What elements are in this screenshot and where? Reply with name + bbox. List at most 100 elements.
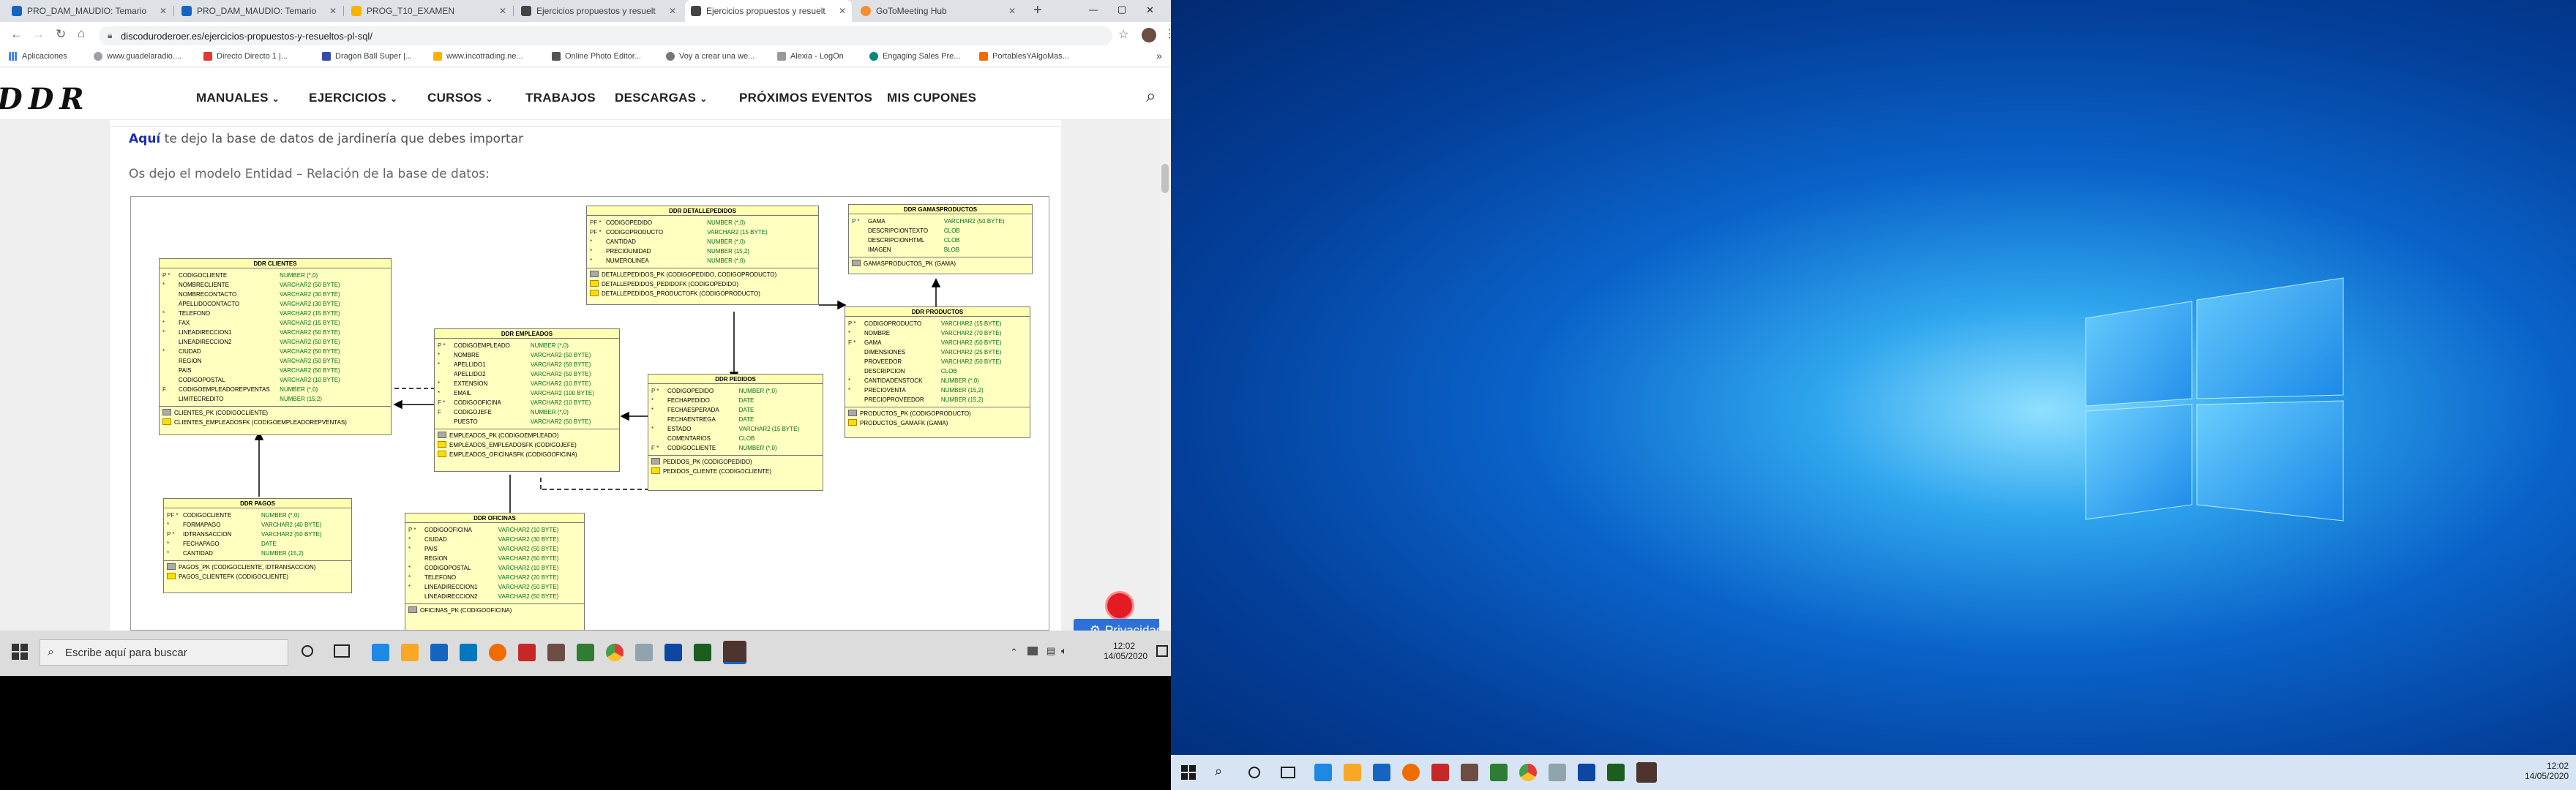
column-name: CODIGOEMPLEADO bbox=[454, 342, 510, 349]
browser-tab[interactable]: PROG_T10_EXAMEN ✕ bbox=[345, 0, 512, 22]
file-explorer-icon[interactable] bbox=[1344, 764, 1361, 781]
nav-proximos-eventos[interactable]: PRÓXIMOS EVENTOS bbox=[739, 91, 872, 105]
column-type: VARCHAR2 (30 BYTE) bbox=[498, 536, 559, 543]
nav-cursos[interactable]: CURSOS ⌄ bbox=[427, 91, 493, 105]
chrome-icon[interactable] bbox=[606, 644, 624, 661]
taskbar-clock[interactable]: 12:02 14/05/2020 bbox=[1104, 641, 1147, 661]
browser-tab[interactable]: Ejercicios propuestos y resuelt ✕ bbox=[515, 0, 682, 22]
cortana-icon[interactable] bbox=[302, 645, 313, 657]
nav-trabajos[interactable]: TRABAJOS bbox=[525, 91, 596, 105]
nav-manuales[interactable]: MANUALES ⌄ bbox=[196, 91, 280, 105]
tray-chevron-icon[interactable]: ⌃ bbox=[1010, 647, 1018, 658]
url-bar[interactable]: 🔒︎ discoduroderoer.es/ejercicios-propues… bbox=[99, 26, 1112, 45]
firefox-icon[interactable] bbox=[489, 644, 506, 661]
back-icon[interactable]: ← bbox=[10, 27, 23, 42]
column-flags: * bbox=[408, 584, 411, 590]
forward-icon[interactable]: → bbox=[32, 27, 45, 42]
file-explorer-icon[interactable] bbox=[401, 644, 419, 661]
close-icon[interactable]: ✕ bbox=[160, 6, 167, 16]
column-flags bbox=[162, 290, 179, 299]
edge-icon[interactable] bbox=[372, 644, 389, 661]
search-icon[interactable]: ⌕ bbox=[1215, 764, 1222, 779]
start-icon[interactable] bbox=[1181, 765, 1196, 780]
word-icon[interactable] bbox=[664, 644, 682, 661]
task-view-icon[interactable] bbox=[1281, 767, 1295, 778]
close-icon[interactable]: ✕ bbox=[669, 6, 676, 16]
app-icon-active[interactable] bbox=[723, 641, 746, 664]
column-flags bbox=[408, 554, 424, 563]
bookmark-item[interactable]: Aplicaciones bbox=[9, 52, 67, 61]
avatar[interactable] bbox=[1142, 28, 1156, 42]
minimize-button[interactable]: — bbox=[1089, 4, 1098, 15]
taskbar-search-input[interactable]: ⌕ Escribe aquí para buscar bbox=[40, 639, 288, 666]
column-name: NOMBRECONTACTO bbox=[179, 291, 237, 298]
network-icon[interactable]: ▤ bbox=[1046, 645, 1055, 657]
new-tab-button[interactable]: + bbox=[1033, 2, 1042, 19]
column-type: VARCHAR2 (50 BYTE) bbox=[280, 282, 340, 288]
bookmark-item[interactable]: Voy a crear una we... bbox=[666, 52, 755, 61]
bookmark-item[interactable]: Online Photo Editor... bbox=[552, 52, 641, 61]
start-icon[interactable] bbox=[12, 644, 28, 660]
close-icon[interactable]: ✕ bbox=[329, 6, 337, 16]
app-icon[interactable] bbox=[577, 644, 594, 661]
bookmark-item[interactable]: Engaging Sales Pre... bbox=[869, 52, 960, 61]
taskbar-clock[interactable]: 12:02 14/05/2020 bbox=[2525, 761, 2569, 781]
store-icon[interactable] bbox=[460, 644, 477, 661]
column-type: NUMBER (*,0) bbox=[940, 377, 979, 384]
excel-icon[interactable] bbox=[1607, 764, 1625, 781]
excel-icon[interactable] bbox=[694, 644, 711, 661]
close-icon[interactable]: ✕ bbox=[1008, 6, 1016, 16]
column-name: CODIGOCLIENTE bbox=[183, 512, 232, 519]
task-view-icon[interactable] bbox=[334, 644, 350, 658]
entity-column: F CODIGOJEFE NUMBER (*,0) bbox=[438, 407, 616, 417]
browser-tab[interactable]: PRO_DAM_MAUDIO: Temario ✕ bbox=[6, 0, 173, 22]
menu-icon[interactable]: ⋮ bbox=[1164, 26, 1171, 41]
outlook-icon[interactable] bbox=[1373, 764, 1390, 781]
browser-tab[interactable]: PRO_DAM_MAUDIO: Temario ✕ bbox=[176, 0, 342, 22]
app-icon[interactable] bbox=[1549, 764, 1566, 781]
notification-bell-icon[interactable] bbox=[1105, 591, 1134, 620]
volume-icon[interactable]: 🔈︎ bbox=[1061, 645, 1067, 657]
nav-ejercicios[interactable]: EJERCICIOS ⌄ bbox=[309, 91, 397, 105]
edge-icon[interactable] bbox=[1314, 764, 1332, 781]
close-window-button[interactable]: ✕ bbox=[1146, 4, 1154, 16]
browser-tab[interactable]: GoToMeeting Hub ✕ bbox=[855, 0, 1022, 22]
notifications-icon[interactable] bbox=[1156, 645, 1168, 657]
bookmark-item[interactable]: www.incotrading.ne... bbox=[433, 52, 523, 61]
entity-column: * NOMBRE VARCHAR2 (70 BYTE) bbox=[848, 328, 1027, 338]
home-icon[interactable]: ⌂ bbox=[78, 26, 85, 41]
browser-tab-active[interactable]: Ejercicios propuestos y resuelt ✕ bbox=[685, 0, 852, 22]
download-db-link[interactable]: Aquí bbox=[129, 132, 160, 146]
close-icon[interactable]: ✕ bbox=[499, 6, 506, 16]
more-bookmarks-icon[interactable]: » bbox=[1156, 50, 1162, 61]
bookmark-item[interactable]: Alexia - LogOn bbox=[777, 52, 844, 61]
maximize-button[interactable]: ▢ bbox=[1117, 4, 1126, 15]
app-icon[interactable] bbox=[1431, 764, 1449, 781]
app-icon[interactable] bbox=[1490, 764, 1508, 781]
app-icon[interactable] bbox=[518, 644, 536, 661]
scrollbar-thumb[interactable] bbox=[1161, 164, 1169, 193]
outlook-icon[interactable] bbox=[430, 644, 448, 661]
site-logo[interactable]: DDR bbox=[0, 82, 90, 116]
search-icon[interactable]: ⌕ bbox=[1146, 86, 1156, 107]
app-icon[interactable] bbox=[1461, 764, 1478, 781]
cortana-icon[interactable] bbox=[1248, 767, 1260, 778]
app-icon[interactable] bbox=[635, 644, 653, 661]
firefox-icon[interactable] bbox=[1402, 764, 1420, 781]
bookmark-item[interactable]: Directo Directo 1 |... bbox=[203, 52, 288, 61]
bookmark-item[interactable]: Dragon Ball Super |... bbox=[322, 52, 412, 61]
page-scrollbar[interactable] bbox=[1159, 120, 1171, 631]
chrome-icon[interactable] bbox=[1519, 764, 1537, 781]
reload-icon[interactable]: ↻ bbox=[56, 27, 66, 42]
close-icon[interactable]: ✕ bbox=[839, 6, 846, 16]
nav-descargas[interactable]: DESCARGAS ⌄ bbox=[615, 91, 708, 105]
bookmark-star-icon[interactable]: ☆ bbox=[1118, 27, 1128, 42]
bookmark-item[interactable]: PortablesYAlgoMas... bbox=[979, 52, 1069, 61]
battery-icon[interactable] bbox=[1027, 647, 1038, 655]
bookmark-item[interactable]: www.guadelaradio.... bbox=[94, 52, 181, 61]
entity-column: F CODIGOEMPLEADOREPVENTAS NUMBER (*,0) bbox=[162, 385, 388, 394]
word-icon[interactable] bbox=[1578, 764, 1595, 781]
app-icon[interactable] bbox=[547, 644, 565, 661]
app-icon[interactable] bbox=[1636, 762, 1657, 783]
nav-mis-cupones[interactable]: MIS CUPONES bbox=[887, 91, 976, 105]
